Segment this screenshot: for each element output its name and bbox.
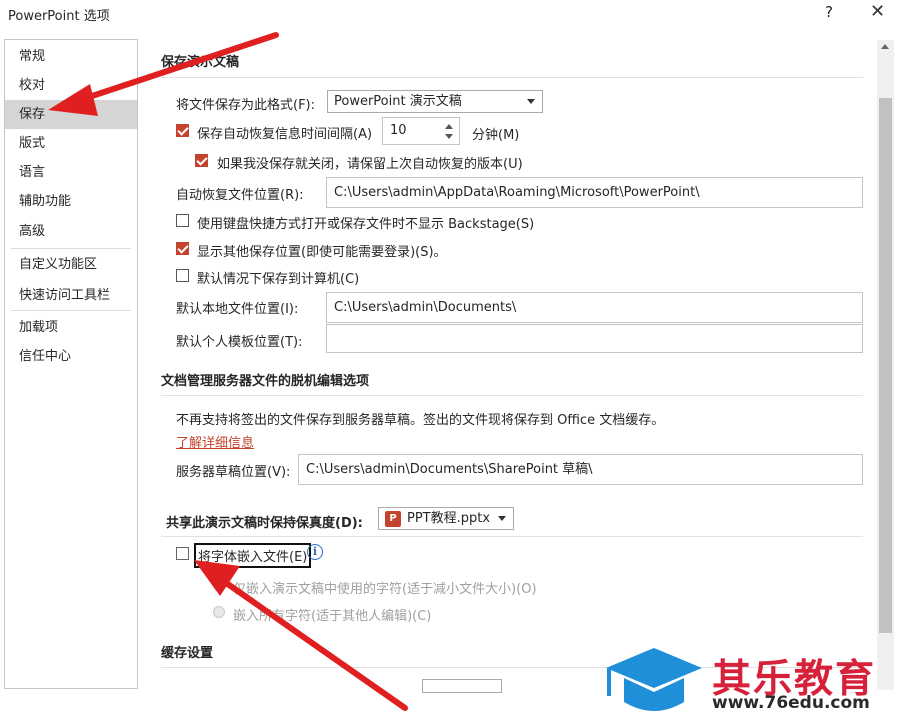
annotation-arrow-icon xyxy=(48,32,279,116)
annotation-arrow-icon xyxy=(194,560,408,711)
annotation-arrows xyxy=(48,32,408,711)
